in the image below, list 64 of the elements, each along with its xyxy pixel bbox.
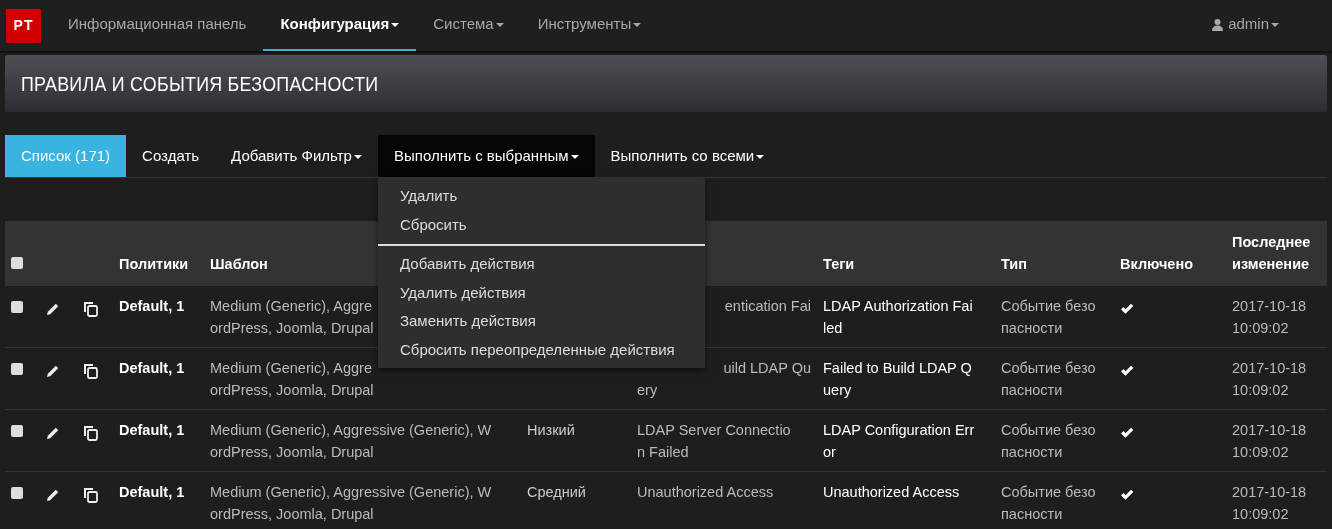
table-cell: Medium (Generic), Aggressive (Generic), W ordPress, Joomla, Drupal xyxy=(210,481,492,525)
column-header: Политики xyxy=(119,256,189,272)
checkbox[interactable] xyxy=(11,425,23,437)
nav-tab[interactable]: Информационная панель xyxy=(51,0,264,51)
table-cell: Событие безо пасности xyxy=(1001,295,1096,339)
menu-item[interactable]: Добавить действия xyxy=(377,250,705,279)
column-header: Последнее изменение xyxy=(1232,234,1311,272)
table-cell: Default, 1 xyxy=(119,295,185,317)
page-title: ПРАВИЛА И СОБЫТИЯ БЕЗОПАСНОСТИ xyxy=(21,70,379,97)
user-icon xyxy=(1212,18,1224,31)
toolbar-button[interactable]: Выполнить со всеми xyxy=(594,135,781,177)
table-cell: Default, 1 xyxy=(119,481,185,503)
copy-icon[interactable] xyxy=(83,424,99,441)
nav-tab[interactable]: Инструменты xyxy=(520,0,659,51)
table-cell: 2017-10-18 10:09:02 xyxy=(1232,419,1307,463)
menu-item[interactable]: Сбросить xyxy=(377,210,705,239)
table-cell: Средний xyxy=(527,481,586,503)
table-cell: Medium (Generic), Aggressive (Generic), W ordPress, Joomla, Drupal xyxy=(210,419,492,463)
table-cell: LDAP Authorization Fai led xyxy=(823,295,973,339)
nav-tab[interactable]: Система xyxy=(416,0,521,51)
column-header: Шаблон xyxy=(210,256,268,272)
table-cell: LDAP Server Connectio n Failed xyxy=(637,419,791,463)
copy-icon[interactable] xyxy=(83,300,99,317)
checkbox[interactable] xyxy=(11,301,23,313)
copy-icon[interactable] xyxy=(83,362,99,379)
logo: PT xyxy=(6,8,41,43)
copy-icon[interactable] xyxy=(83,486,99,503)
menu-item[interactable]: Сбросить переопределенные действия xyxy=(377,335,705,364)
edit-icon[interactable] xyxy=(46,302,60,317)
table-cell: ery xyxy=(637,379,658,401)
table-cell: Событие безо пасности xyxy=(1001,419,1096,463)
table-cell: Низкий xyxy=(527,419,575,441)
table-cell: Unauthorized Access xyxy=(637,481,774,503)
table-cell: Default, 1 xyxy=(119,419,185,441)
nav-tab[interactable]: Конфигурация xyxy=(263,0,417,51)
table-cell: entication Fai xyxy=(724,298,811,314)
table-cell: Medium (Generic), Aggre ordPress, Joomla, Drupal xyxy=(210,357,374,401)
menu-item[interactable]: Заменить действия xyxy=(377,307,705,336)
toolbar-button[interactable]: Создать xyxy=(126,135,216,177)
column-header: Теги xyxy=(823,256,855,272)
table-cell: 2017-10-18 10:09:02 xyxy=(1232,295,1307,339)
edit-icon[interactable] xyxy=(46,426,60,441)
table-cell: Medium (Generic), Aggre ordPress, Joomla, Drupal xyxy=(210,295,374,339)
checkbox[interactable] xyxy=(11,363,23,375)
table-cell: Failed to Build LDAP Q uery xyxy=(823,357,972,401)
toolbar-button[interactable]: Выполнить с выбранным xyxy=(377,135,595,177)
column-header: Тип xyxy=(1001,256,1027,272)
table-cell: 2017-10-18 10:09:02 xyxy=(1232,357,1307,401)
table-cell: Default, 1 xyxy=(119,357,185,379)
table-cell: Событие безо пасности xyxy=(1001,481,1096,525)
user-menu[interactable]: admin xyxy=(1195,0,1296,51)
table-cell: uild LDAP Qu xyxy=(723,360,811,376)
edit-icon[interactable] xyxy=(46,488,60,503)
checkbox[interactable] xyxy=(11,487,23,499)
table-cell: LDAP Configuration Err or xyxy=(823,419,975,463)
menu-item[interactable]: Удалить действия xyxy=(377,278,705,307)
toolbar-button[interactable]: Добавить Фильтр xyxy=(215,135,378,177)
table-cell: Событие безо пасности xyxy=(1001,357,1096,401)
edit-icon[interactable] xyxy=(46,364,60,379)
menu-item[interactable]: Удалить xyxy=(377,182,705,211)
table-cell: Unauthorized Access xyxy=(823,481,960,503)
table-cell: 2017-10-18 10:09:02 xyxy=(1232,481,1307,525)
checkbox[interactable] xyxy=(11,257,23,269)
column-header: Включено xyxy=(1120,256,1194,272)
